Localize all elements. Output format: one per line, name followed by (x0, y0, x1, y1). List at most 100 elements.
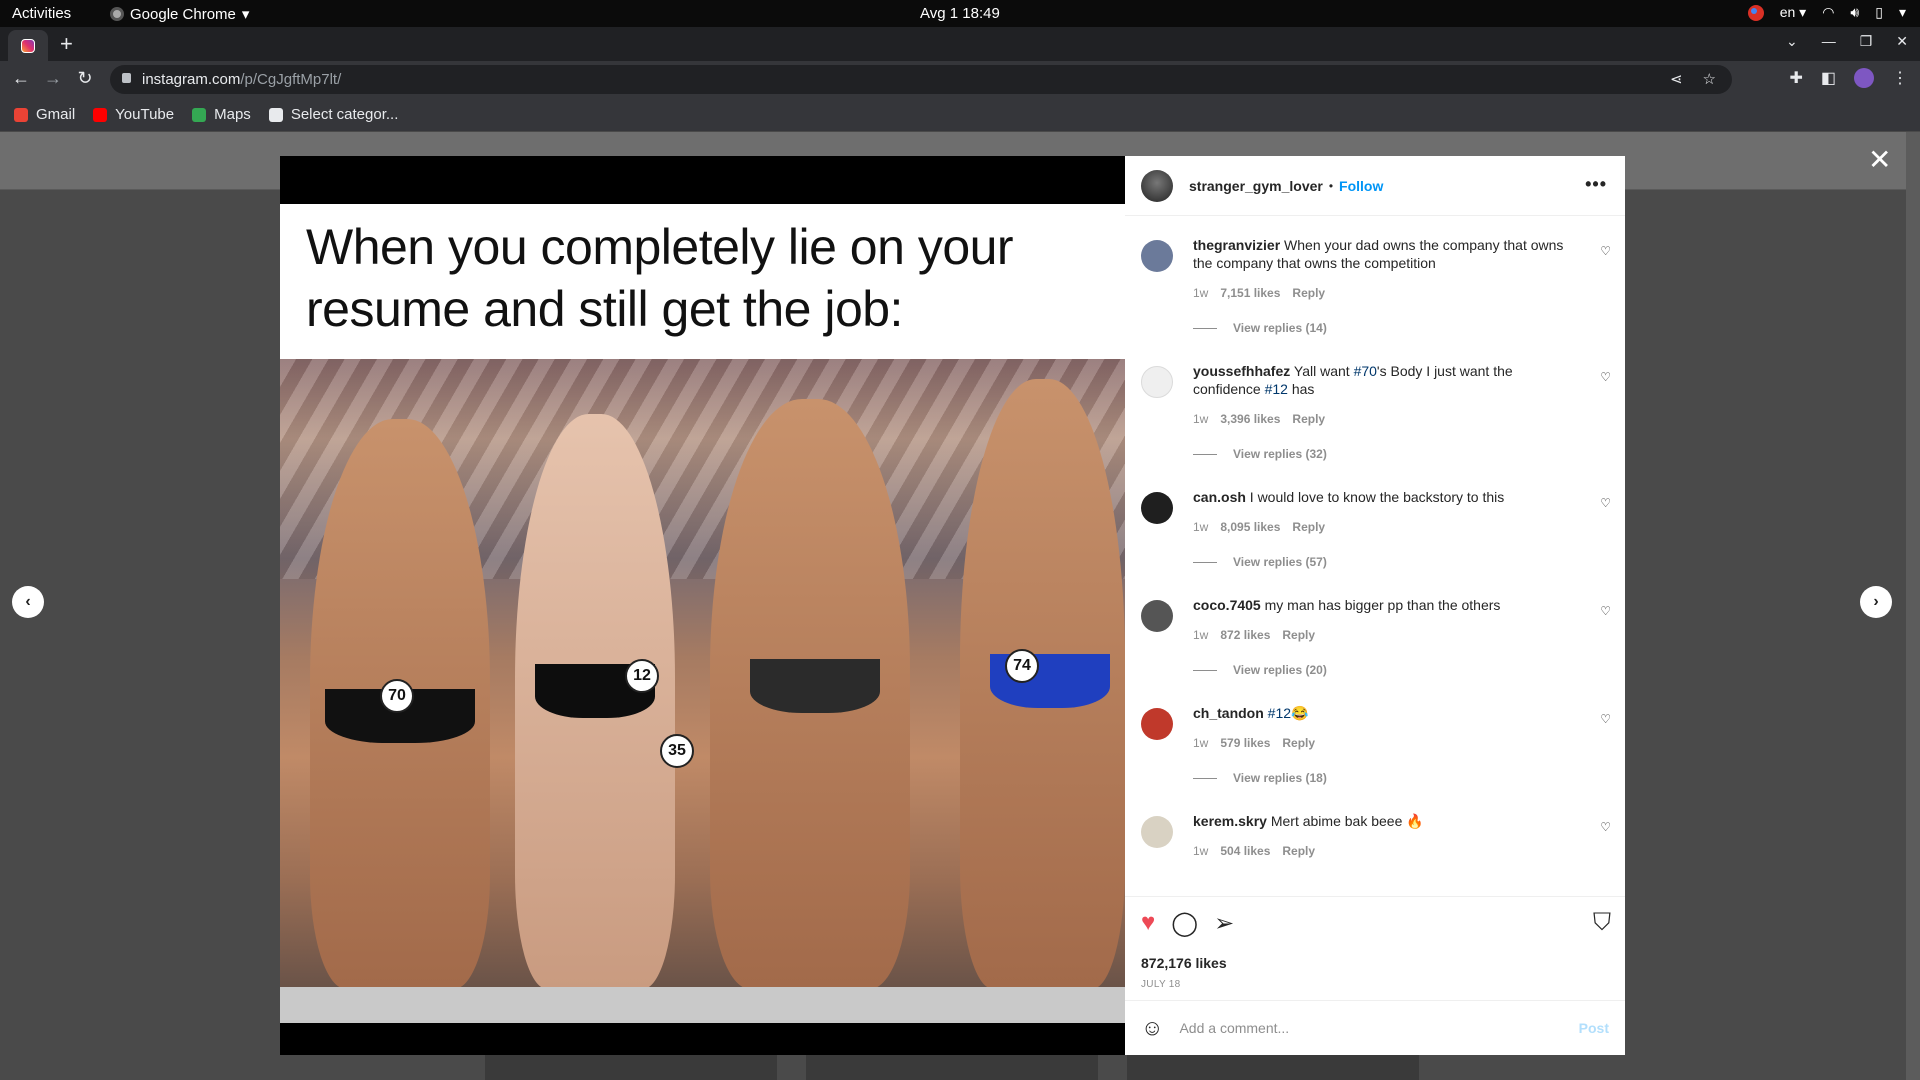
tab-instagram[interactable] (8, 30, 48, 61)
view-replies-button[interactable]: View replies (32) (1193, 447, 1327, 461)
comment-like-heart-icon[interactable]: ♡ (1600, 820, 1611, 834)
profile-avatar[interactable] (1854, 68, 1874, 88)
toolbar-right: ✚ ◧ ⋮ (1789, 68, 1908, 88)
stage-floor (280, 987, 1125, 1023)
commenter-username[interactable]: ch_tandon (1193, 705, 1264, 721)
post-date: JULY 18 (1141, 979, 1181, 990)
comment-likes[interactable]: 3,396 likes (1220, 412, 1280, 426)
save-bookmark-icon[interactable]: ⛉ (1593, 909, 1611, 937)
commenter-username[interactable]: thegranvizier (1193, 237, 1280, 253)
commenter-avatar[interactable] (1141, 492, 1173, 524)
commenter-username[interactable]: coco.7405 (1193, 597, 1261, 613)
comment-likes[interactable]: 504 likes (1220, 844, 1270, 858)
bookmark-item[interactable]: Maps (192, 106, 251, 123)
reply-button[interactable]: Reply (1292, 412, 1325, 426)
hashtag-link[interactable]: #70 (1354, 363, 1377, 379)
activities-button[interactable]: Activities (12, 5, 71, 22)
reply-button[interactable]: Reply (1282, 844, 1315, 858)
power-menu-icon[interactable]: ▾ (1899, 4, 1906, 21)
commenter-avatar[interactable] (1141, 240, 1173, 272)
share-icon[interactable]: ⋖ (1670, 70, 1683, 88)
comment-like-heart-icon[interactable]: ♡ (1600, 244, 1611, 258)
reply-button[interactable]: Reply (1292, 520, 1325, 534)
view-replies-button[interactable]: View replies (20) (1193, 663, 1327, 677)
comments-list[interactable]: thegranvizier When your dad owns the com… (1125, 216, 1625, 896)
clock[interactable]: Avg 1 18:49 (920, 5, 1000, 22)
comment-like-heart-icon[interactable]: ♡ (1600, 604, 1611, 618)
lock-icon[interactable] (122, 73, 131, 83)
comment-like-heart-icon[interactable]: ♡ (1600, 370, 1611, 384)
url-text[interactable]: instagram.com/p/CgJgftMp7lt/ (142, 71, 341, 88)
underlying-card (806, 1052, 1098, 1080)
comment-input[interactable] (1179, 1020, 1579, 1036)
emoji-picker-icon[interactable]: ☺ (1141, 1015, 1163, 1041)
commenter-avatar[interactable] (1141, 600, 1173, 632)
address-bar[interactable]: instagram.com/p/CgJgftMp7lt/ ⋖ ☆ (110, 65, 1732, 94)
tab-search-icon[interactable]: ⌄ (1786, 33, 1798, 50)
close-window-icon[interactable]: ✕ (1896, 33, 1908, 50)
reply-button[interactable]: Reply (1282, 628, 1315, 642)
system-tray[interactable]: en ▾ ◠ 🔊︎ ▯ ▾ (1747, 4, 1906, 21)
reload-icon[interactable]: ↻ (74, 68, 96, 89)
owner-username[interactable]: stranger_gym_lover (1189, 178, 1323, 194)
previous-post-button[interactable]: ‹ (12, 586, 44, 618)
bookmark-star-icon[interactable]: ☆ (1703, 70, 1716, 88)
wifi-icon: ◠ (1822, 4, 1835, 20)
reply-button[interactable]: Reply (1292, 286, 1325, 300)
bookmark-item[interactable]: Select categor... (268, 106, 398, 123)
hashtag-link[interactable]: #12 (1265, 381, 1288, 397)
new-tab-button[interactable]: + (60, 31, 73, 57)
comment-like-heart-icon[interactable]: ♡ (1600, 496, 1611, 510)
minimize-icon[interactable]: — (1822, 33, 1836, 50)
commenter-avatar[interactable] (1141, 708, 1173, 740)
comment-text: thegranvizier When your dad owns the com… (1193, 236, 1573, 272)
comment-likes[interactable]: 579 likes (1220, 736, 1270, 750)
comment-meta: 1w 3,396 likes Reply (1193, 412, 1325, 426)
restore-icon[interactable]: ❐ (1860, 33, 1873, 50)
comment-likes[interactable]: 8,095 likes (1220, 520, 1280, 534)
close-modal-icon[interactable]: ✕ (1868, 146, 1891, 174)
commenter-avatar[interactable] (1141, 366, 1173, 398)
post-comment-button[interactable]: Post (1579, 1020, 1609, 1036)
language-indicator[interactable]: en ▾ (1780, 4, 1807, 21)
more-options-icon[interactable]: ••• (1585, 174, 1607, 195)
contestant-number-tag: 12 (625, 659, 659, 693)
side-panel-icon[interactable]: ◧ (1821, 68, 1836, 88)
commenter-avatar[interactable] (1141, 816, 1173, 848)
owner-avatar[interactable] (1141, 169, 1173, 202)
chevron-right-icon: › (1873, 593, 1879, 610)
underlying-card (1127, 1052, 1419, 1080)
share-send-icon[interactable]: ➢ (1214, 909, 1234, 938)
view-replies-button[interactable]: View replies (18) (1193, 771, 1327, 785)
comment-likes[interactable]: 872 likes (1220, 628, 1270, 642)
comment-icon[interactable]: ◯ (1171, 909, 1198, 938)
page-scrollbar[interactable] (1906, 132, 1920, 1080)
post-media[interactable]: When you completely lie on your resume a… (280, 156, 1125, 1055)
follow-button[interactable]: Follow (1339, 178, 1383, 194)
view-replies-button[interactable]: View replies (57) (1193, 555, 1327, 569)
commenter-username[interactable]: can.osh (1193, 489, 1246, 505)
forward-icon[interactable]: → (42, 68, 64, 89)
next-post-button[interactable]: › (1860, 586, 1892, 618)
bookmark-item[interactable]: YouTube (93, 106, 174, 123)
comment-body: I would love to know the backstory to th… (1249, 489, 1505, 505)
reply-button[interactable]: Reply (1282, 736, 1315, 750)
comment-likes[interactable]: 7,151 likes (1220, 286, 1280, 300)
back-icon[interactable]: ← (10, 68, 32, 89)
language-label: en (1779, 4, 1796, 20)
notification-icon[interactable] (1747, 4, 1764, 21)
view-replies-button[interactable]: View replies (14) (1193, 321, 1327, 335)
bookmark-item[interactable]: Gmail (14, 106, 75, 123)
extensions-icon[interactable]: ✚ (1789, 68, 1802, 88)
like-heart-icon[interactable]: ♥ (1141, 909, 1155, 938)
tab-strip: + ⌄ — ❐ ✕ (0, 27, 1920, 61)
commenter-username[interactable]: youssefhhafez (1193, 363, 1290, 379)
comment-like-heart-icon[interactable]: ♡ (1600, 712, 1611, 726)
contestant-number-tag: 70 (380, 679, 414, 713)
commenter-username[interactable]: kerem.skry (1193, 813, 1267, 829)
app-menu[interactable]: Google Chrome ▾ (110, 5, 249, 23)
likes-count[interactable]: 872,176 likes (1141, 955, 1227, 971)
chrome-menu-icon[interactable]: ⋮ (1892, 68, 1908, 88)
comment-emoji: 😂 (1291, 705, 1309, 721)
hashtag-link[interactable]: #12 (1268, 705, 1291, 721)
